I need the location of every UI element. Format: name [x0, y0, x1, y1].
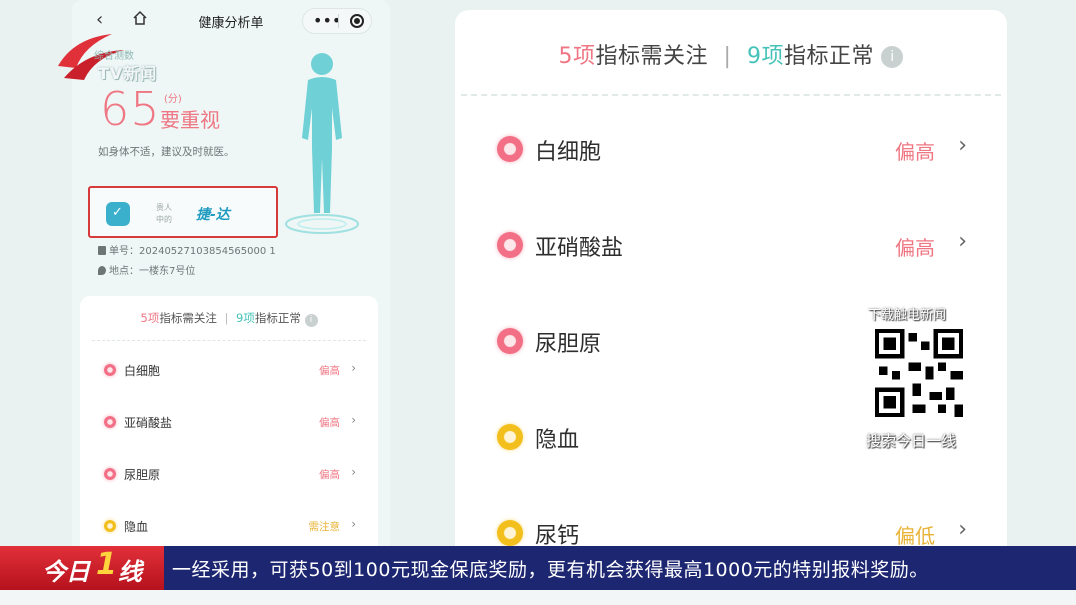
chevron-right-icon: › [958, 229, 967, 254]
indicator-name: 白细胞 [535, 140, 602, 165]
chevron-right-icon: › [351, 413, 356, 427]
zoom-row-nitrite[interactable]: 亚硝酸盐 偏高 › [455, 226, 1007, 270]
divider [461, 94, 1001, 96]
attention-count: 5项 [558, 44, 596, 69]
info-icon[interactable]: i [304, 314, 318, 327]
program-logo-part-2: 1 [96, 547, 117, 582]
indicator-name: 白细胞 [124, 364, 161, 378]
hospital-brand: 捷-达 [196, 207, 230, 223]
status-dot-icon [104, 416, 116, 428]
chevron-right-icon: › [351, 465, 356, 479]
indicator-row-nitrite[interactable]: 亚硝酸盐 偏高 › [80, 412, 378, 434]
advice-text: 如身体不适，建议及时就医。 [98, 146, 235, 158]
indicator-row-wbc[interactable]: 白细胞 偏高 › [80, 360, 378, 382]
mini-program-capsule: ••• [302, 8, 372, 34]
status-dot-icon [104, 468, 116, 480]
normal-text: 指标正常 [783, 44, 874, 69]
indicator-name: 尿胆原 [535, 332, 602, 357]
qr-code-icon[interactable] [872, 326, 966, 420]
indicator-row-urobilinogen[interactable]: 尿胆原 偏高 › [80, 464, 378, 486]
zoom-row-wbc[interactable]: 白细胞 偏高 › [455, 130, 1007, 174]
chevron-right-icon: › [351, 517, 356, 531]
indicator-status: 偏高 [319, 469, 340, 481]
location-pin-icon [98, 266, 106, 275]
normal-count: 9项 [746, 44, 784, 69]
indicator-name: 隐血 [124, 520, 149, 534]
location: 地点：一楼东7号位 [98, 262, 195, 277]
zoom-indicator-summary: 5项指标需关注 | 9项指标正常 i [455, 38, 1007, 70]
health-score: 65 [100, 82, 161, 136]
program-logo: 今日 1 线 [0, 546, 164, 590]
indicator-name: 亚硝酸盐 [124, 416, 173, 430]
status-dot-icon [497, 136, 523, 162]
capsule-divider [338, 14, 339, 28]
attention-count: 5项 [140, 311, 160, 325]
chevron-right-icon: › [958, 133, 967, 158]
program-logo-part-1: 今日 [42, 558, 90, 586]
program-logo-part-3: 线 [118, 558, 142, 586]
indicator-status: 偏高 [319, 365, 340, 377]
status-dot-icon [497, 232, 523, 258]
indicator-status: 需注意 [308, 521, 341, 533]
order-number: 单号：20240527103854565000 1 [98, 242, 276, 257]
bottom-strip [0, 590, 1076, 605]
news-ticker: 今日 1 线 一经采用，可获50到100元现金保底奖励，更有机会获得最高1000… [0, 546, 1076, 590]
divider [92, 340, 366, 341]
indicator-row-occult-blood[interactable]: 隐血 需注意 › [80, 516, 378, 538]
hospital-small-text-2: 中的 [156, 215, 172, 224]
receipt-icon [98, 246, 106, 255]
indicator-name: 隐血 [535, 428, 580, 453]
hospital-badge: 贵人 中的 捷-达 [88, 186, 278, 238]
qr-caption-bottom: 搜索今日一线 [866, 432, 957, 450]
status-dot-icon [497, 520, 523, 546]
info-icon[interactable]: i [881, 46, 904, 68]
qr-caption-top: 下载触电新闻 [868, 308, 947, 323]
normal-text: 指标正常 [254, 311, 301, 325]
ticker-text: 一经采用，可获50到100元现金保底奖励，更有机会获得最高1000元的特别报料奖… [172, 559, 929, 581]
chevron-right-icon: › [351, 361, 356, 375]
summary-separator: | [723, 44, 732, 69]
shield-icon [106, 202, 130, 226]
indicator-status: 偏低 [895, 524, 935, 548]
score-level: 要重视 [160, 108, 220, 132]
chevron-right-icon: › [958, 517, 967, 542]
location-text: 地点：一楼东7号位 [109, 266, 196, 277]
status-dot-icon [497, 424, 523, 450]
logo-news: TV新闻 [98, 64, 158, 83]
status-dot-icon [497, 328, 523, 354]
body-figure [282, 48, 362, 238]
order-number-text: 单号：20240527103854565000 1 [109, 246, 276, 257]
status-dot-icon [104, 364, 116, 376]
indicator-status: 偏高 [319, 417, 340, 429]
indicator-name: 亚硝酸盐 [535, 236, 624, 261]
indicator-summary: 5项指标需关注 | 9项指标正常 i [80, 310, 378, 327]
normal-count: 9项 [236, 311, 255, 325]
indicator-name: 尿胆原 [124, 468, 161, 482]
summary-separator: | [224, 311, 229, 325]
status-dot-icon [104, 520, 116, 532]
zoomed-indicator-card: 5项指标需关注 | 9项指标正常 i 白细胞 偏高 › 亚硝酸盐 偏高 › 尿胆… [455, 10, 1007, 560]
indicator-status: 偏高 [895, 140, 935, 164]
indicator-card: 5项指标需关注 | 9项指标正常 i 白细胞 偏高 › 亚硝酸盐 偏高 › 尿胆… [80, 296, 378, 560]
score-unit: (分) [164, 94, 182, 105]
indicator-status: 偏高 [895, 236, 935, 260]
close-target-icon[interactable] [350, 14, 364, 28]
attention-text: 指标需关注 [595, 44, 709, 69]
attention-text: 指标需关注 [159, 311, 217, 325]
hospital-small-text-1: 贵人 [156, 203, 172, 212]
